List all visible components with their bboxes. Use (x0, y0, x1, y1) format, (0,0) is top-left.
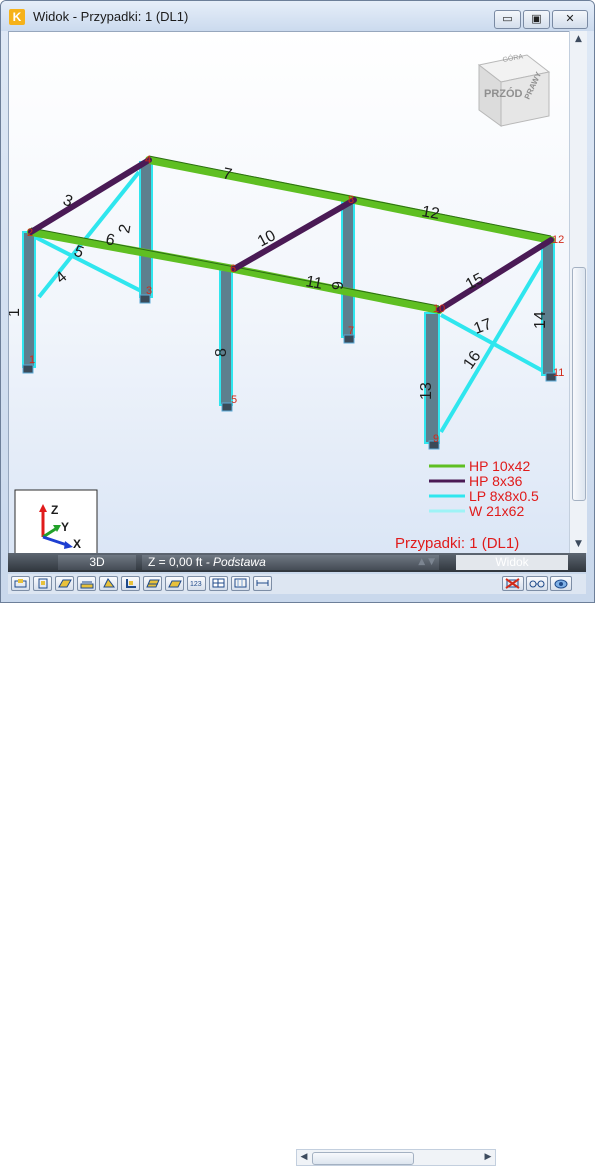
member-label: 14 (532, 311, 549, 329)
scroll-up-icon[interactable]: ▲ (570, 31, 587, 48)
member-label: 9 (330, 281, 347, 290)
member-label: 2 (116, 223, 134, 235)
x-axis-label: X (73, 537, 81, 551)
elevation-field[interactable]: Z = 0,00 ft - Podstawa ▲ ▼ (142, 555, 439, 570)
status-bar: 3D Z = 0,00 ft - Podstawa ▲ ▼ Widok (8, 553, 586, 572)
member-view-icon[interactable] (121, 576, 140, 591)
column-8[interactable] (219, 269, 233, 406)
node-label: 3 (146, 285, 152, 297)
member-label: 7 (221, 165, 233, 183)
legend-label: HP 8x36 (469, 473, 523, 489)
braces (34, 170, 555, 434)
columns (22, 161, 555, 444)
maximize-button[interactable]: ▣ (523, 10, 550, 29)
horizontal-scrollbar[interactable]: ◀ ▶ (296, 1149, 496, 1166)
member-label: 4 (53, 268, 71, 287)
beam-12[interactable] (350, 196, 555, 244)
section-legend: HP 10x42 HP 8x36 LP 8x8x0.5 W 21x62 (429, 458, 539, 519)
app-logo-icon: K (9, 9, 25, 25)
table-view-icon[interactable] (209, 576, 228, 591)
node-label: 5 (231, 394, 237, 406)
node-label: 8 (348, 194, 354, 206)
section-view-icon[interactable] (77, 576, 96, 591)
node-label: 7 (348, 325, 354, 337)
close-button[interactable]: ✕ (552, 10, 588, 29)
member-label: 5 (72, 243, 86, 262)
view-button[interactable]: Widok (456, 555, 568, 570)
iso-view-icon[interactable] (99, 576, 118, 591)
column-13[interactable] (424, 312, 440, 444)
front-view-icon[interactable] (11, 576, 30, 591)
node-label: 9 (433, 433, 439, 445)
bottom-toolbar: 123 ◀ ▶ (8, 574, 586, 1166)
vertical-scroll-thumb[interactable] (572, 267, 586, 501)
foundation-view-icon[interactable] (165, 576, 184, 591)
column-14[interactable] (541, 239, 555, 376)
member-label: 13 (418, 382, 435, 400)
node-label: 12 (552, 234, 564, 246)
base-plate-node-1 (22, 364, 34, 374)
level-name: - Podstawa (205, 555, 266, 569)
title-bar[interactable]: K Widok - Przypadki: 1 (DL1) ▭ ▣ ✕ (1, 1, 594, 31)
node-label: 1 (29, 354, 35, 366)
hide-members-icon[interactable] (502, 576, 524, 591)
numbering-icon[interactable]: 123 (187, 576, 206, 591)
3d-viewport[interactable]: GÓRA PRZÓD PRAWY 1 2 3 4 5 6 7 8 9 10 11… (8, 31, 570, 555)
legend-label: HP 10x42 (469, 458, 530, 474)
minimize-button[interactable]: ▭ (494, 10, 521, 29)
axis-triad: Z Y X (14, 489, 98, 554)
beam-10[interactable] (231, 197, 357, 272)
dimension-view-icon[interactable] (253, 576, 272, 591)
node-labels: 1 2 3 4 5 6 7 8 9 10 11 12 (27, 154, 564, 445)
view-mode-button[interactable]: 3D (58, 555, 136, 570)
member-label: 8 (213, 348, 230, 357)
beam-3[interactable] (28, 157, 152, 235)
measure-icon[interactable] (526, 576, 548, 591)
legend-label: LP 8x8x0.5 (469, 488, 539, 504)
node-label: 6 (230, 263, 236, 275)
structure-model[interactable]: GÓRA PRZÓD PRAWY 1 2 3 4 5 6 7 8 9 10 11… (9, 32, 569, 554)
node-label: 2 (27, 227, 33, 239)
scroll-down-icon[interactable]: ▼ (570, 536, 587, 553)
top-view-icon[interactable] (55, 576, 74, 591)
column-2[interactable] (139, 161, 153, 298)
legend-label: W 21x62 (469, 503, 524, 519)
z-axis-label: Z (51, 503, 58, 517)
node-label: 11 (553, 367, 564, 379)
plate-view-icon[interactable] (143, 576, 162, 591)
svg-text:123: 123 (190, 581, 202, 588)
member-label: 11 (304, 273, 323, 293)
view-cube[interactable]: GÓRA PRZÓD PRAWY (477, 51, 551, 127)
axis-triad-frame (14, 489, 98, 554)
level-spinner-icon[interactable]: ▲ ▼ (418, 557, 435, 567)
column-9[interactable] (341, 201, 355, 338)
member-labels: 1 2 3 4 5 6 7 8 9 10 11 12 13 14 15 16 1… (9, 165, 549, 400)
y-axis-label: Y (61, 520, 69, 534)
cube-front-label: PRZÓD (484, 87, 523, 100)
load-case-label: Przypadki: 1 (DL1) (395, 535, 519, 552)
member-label: 12 (420, 203, 441, 223)
scroll-right-icon[interactable]: ▶ (481, 1150, 495, 1165)
render-options-icon[interactable] (550, 576, 572, 591)
vertical-scrollbar[interactable]: ▲ ▼ (569, 31, 587, 553)
grid-view-icon[interactable] (231, 576, 250, 591)
scroll-left-icon[interactable]: ◀ (297, 1150, 311, 1165)
node-label: 10 (433, 303, 445, 315)
column-1[interactable] (22, 231, 36, 368)
window-title: Widok - Przypadki: 1 (DL1) (33, 9, 189, 24)
elevation-value: Z = 0,00 ft (148, 555, 203, 569)
horizontal-scroll-thumb[interactable] (312, 1152, 414, 1165)
member-label: 1 (9, 308, 23, 317)
side-view-icon[interactable] (33, 576, 52, 591)
beam-7[interactable] (145, 156, 358, 204)
node-label: 4 (145, 154, 151, 166)
